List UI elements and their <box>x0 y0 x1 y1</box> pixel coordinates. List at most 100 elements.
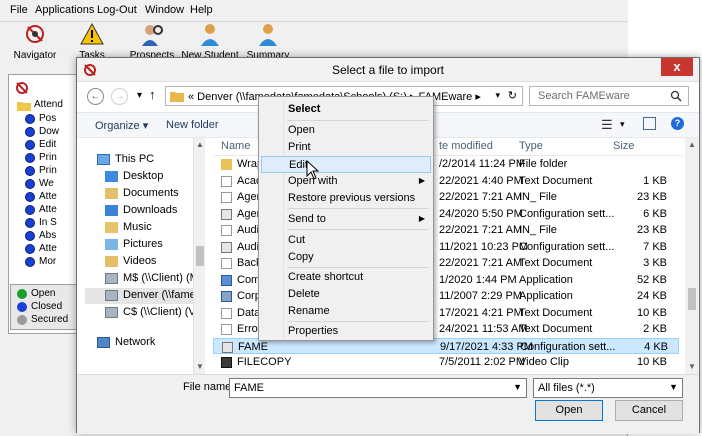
nav-item-label: This PC <box>115 153 155 165</box>
file-type-select[interactable]: All files (*.*) ▼ <box>533 378 683 398</box>
person-icon <box>201 24 219 46</box>
file-row[interactable]: FILECOPY 7/5/2011 2:02 PM Video Clip 10 KB <box>213 354 679 371</box>
menu-item-open[interactable]: Open <box>261 122 431 139</box>
menu-item-print[interactable]: Print <box>261 139 431 156</box>
menu-separator <box>287 267 429 268</box>
dialog-titlebar[interactable]: Select a file to import x <box>77 58 699 82</box>
menu-item-edit[interactable]: Edit <box>261 156 431 173</box>
nav-item-label: Pictures <box>123 238 163 250</box>
up-arrow-icon[interactable]: ↑ <box>149 87 156 102</box>
menu-log-out[interactable]: Log-Out <box>97 4 137 16</box>
cancel-button[interactable]: Cancel <box>615 400 683 421</box>
tree-item-label: Edit <box>39 139 57 150</box>
file-type: Configuration sett... <box>519 207 615 220</box>
nav-item-label: Denver (\\famed <box>123 289 202 301</box>
address-dropdown-icon[interactable]: ▾ <box>495 90 500 101</box>
file-date: 11/2007 2:29 PM <box>439 290 522 302</box>
menu-help[interactable]: Help <box>190 4 213 16</box>
status-dot-icon <box>25 205 35 215</box>
file-name: FAME <box>238 340 268 353</box>
organize-button[interactable]: Organize ▾ <box>95 119 148 132</box>
forward-button[interactable]: → <box>111 88 128 105</box>
menu-applications[interactable]: Applications <box>35 4 94 16</box>
menu-item-rename[interactable]: Rename <box>261 303 431 320</box>
file-date: 11/2021 10:23 PM <box>439 240 529 253</box>
file-icon <box>221 225 232 236</box>
menu-item-open-with[interactable]: Open with ▶ <box>261 173 431 190</box>
file-date: 22/2021 4:40 PM <box>439 174 523 187</box>
scroll-thumb[interactable] <box>688 288 696 310</box>
tree-item-label: Prin <box>39 165 57 176</box>
menu-separator <box>287 120 429 121</box>
menu-item-label: Print <box>288 141 311 153</box>
recent-dropdown-icon[interactable]: ▾ <box>137 90 142 101</box>
status-dot-icon <box>25 218 35 228</box>
new-folder-button[interactable]: New folder <box>166 119 219 131</box>
scroll-up-icon[interactable]: ▲ <box>196 140 204 149</box>
status-dot-icon <box>25 127 35 137</box>
column-name[interactable]: Name <box>221 140 250 152</box>
menu-item-label: Send to <box>288 213 326 225</box>
file-size: 6 KB <box>643 207 667 220</box>
help-icon[interactable]: ? <box>671 117 684 130</box>
folder-icon <box>221 159 232 170</box>
close-button[interactable]: x <box>661 58 693 76</box>
nav-scrollbar[interactable]: ▲ ▼ <box>193 138 205 374</box>
submenu-arrow-icon: ▶ <box>418 214 425 223</box>
legend-label: Open <box>31 288 56 299</box>
nav-item-denver-drive[interactable]: Denver (\\famed <box>85 288 202 304</box>
open-button[interactable]: Open <box>535 400 603 421</box>
file-date: 24/2021 11:53 AM <box>439 323 528 335</box>
column-size[interactable]: Size <box>613 140 634 152</box>
search-icon <box>670 90 682 102</box>
scroll-down-icon[interactable]: ▼ <box>196 362 204 371</box>
file-size: 23 KB <box>637 224 667 236</box>
back-button[interactable]: ← <box>87 88 104 105</box>
menu-item-select[interactable]: Select <box>261 101 431 118</box>
nav-item-label: Videos <box>123 255 157 267</box>
menu-item-create-shortcut[interactable]: Create shortcut <box>261 269 431 286</box>
navigator-icon <box>26 25 44 43</box>
menu-item-send-to[interactable]: Send to ▶ <box>261 211 431 228</box>
search-input[interactable]: Search FAMEware <box>529 86 689 106</box>
folder-icon <box>170 92 184 102</box>
file-name-input[interactable]: FAME ▼ <box>229 378 527 398</box>
scroll-thumb[interactable] <box>196 246 204 266</box>
summary-button[interactable]: Summary <box>233 22 303 62</box>
menu-item-restore-previous-versions[interactable]: Restore previous versions <box>261 190 431 207</box>
menu-item-properties[interactable]: Properties <box>261 323 431 340</box>
tree-item-label: Mor <box>39 256 57 267</box>
refresh-icon[interactable]: ↻ <box>508 89 517 102</box>
chevron-down-icon[interactable]: ▼ <box>669 382 678 392</box>
menu-item-delete[interactable]: Delete <box>261 286 431 303</box>
preview-pane-icon[interactable] <box>643 117 656 130</box>
dialog-title: Select a file to import <box>331 63 445 77</box>
column-date-modified[interactable]: te modified <box>439 140 493 152</box>
status-dot-icon <box>25 192 35 202</box>
file-icon <box>221 192 232 203</box>
drive-icon <box>105 307 118 318</box>
prospects-icon <box>142 25 163 46</box>
nav-item-label: Network <box>115 336 156 348</box>
file-list-scrollbar[interactable]: ▲ ▼ <box>685 138 699 374</box>
column-type[interactable]: Type <box>519 140 543 152</box>
file-date: 7/5/2011 2:02 PM <box>439 356 526 368</box>
application-icon <box>221 274 232 286</box>
file-type-value: All files (*.*) <box>538 382 595 394</box>
menu-item-cut[interactable]: Cut <box>261 232 431 249</box>
scroll-up-icon[interactable]: ▲ <box>688 140 696 149</box>
chevron-down-icon[interactable]: ▼ <box>513 382 522 392</box>
file-type: Text Document <box>519 323 593 335</box>
view-options-icon[interactable]: ☰ <box>601 117 613 133</box>
application-icon <box>221 291 232 302</box>
tree-item-label: Atte <box>39 204 57 215</box>
file-date: 22/2021 7:21 AM <box>439 224 523 236</box>
forward-arrow-icon: → <box>114 91 125 102</box>
menu-window[interactable]: Window <box>145 4 184 16</box>
app-menubar: File Applications Log-Out Window Help <box>0 0 628 22</box>
view-dropdown-icon[interactable]: ▾ <box>620 119 625 130</box>
scroll-down-icon[interactable]: ▼ <box>688 362 696 371</box>
menu-item-copy[interactable]: Copy <box>261 249 431 266</box>
menu-file[interactable]: File <box>10 4 28 16</box>
file-type: File folder <box>519 158 568 170</box>
